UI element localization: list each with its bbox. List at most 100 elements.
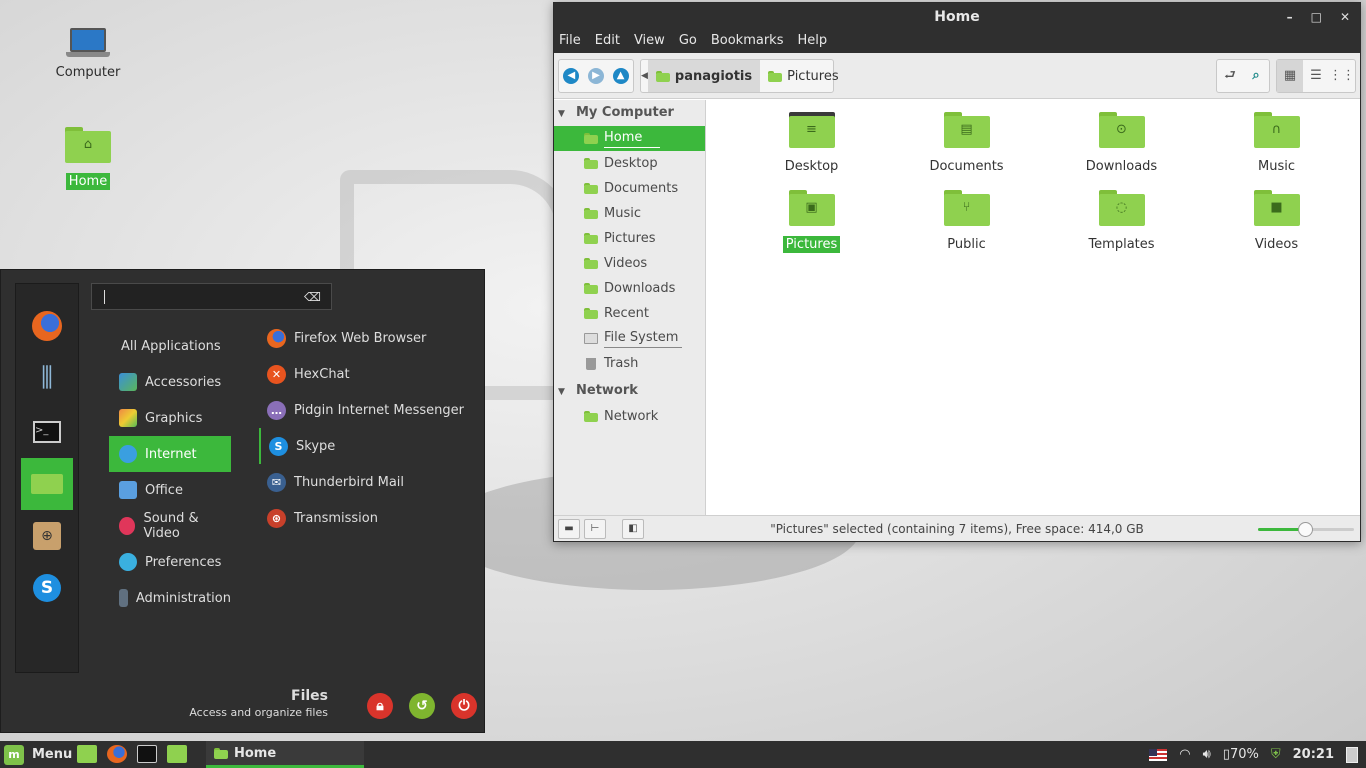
us-flag-keyboard-icon[interactable] xyxy=(1149,748,1168,761)
maximize-icon[interactable]: □ xyxy=(1311,3,1322,31)
search-icon[interactable]: ⌕ xyxy=(1243,60,1269,92)
back-arrow-icon[interactable]: ◀ xyxy=(563,68,580,84)
collapse-triangle-icon: ▼ xyxy=(558,109,565,119)
firefox-icon[interactable] xyxy=(107,745,127,763)
sidebar-item-trash[interactable]: Trash xyxy=(554,351,705,376)
app-firefox[interactable]: Firefox Web Browser xyxy=(259,320,479,356)
breadcrumb-item-panagiotis[interactable]: panagiotis xyxy=(647,60,761,92)
terminal-icon[interactable] xyxy=(137,745,157,763)
laptop-icon xyxy=(66,28,110,58)
menu-edit[interactable]: Edit xyxy=(595,31,620,53)
app-pidgin[interactable]: … Pidgin Internet Messenger xyxy=(259,392,479,428)
app-description-title: Files xyxy=(291,688,328,704)
desktop-icon-computer[interactable]: Computer xyxy=(43,28,133,81)
sidebar-item-videos[interactable]: Videos xyxy=(554,251,705,276)
lock-icon[interactable]: 🔒︎ xyxy=(367,693,393,719)
app-thunderbird[interactable]: ✉ Thunderbird Mail xyxy=(259,464,479,500)
location-toggle-icon[interactable]: ⮐ xyxy=(1217,60,1243,92)
workspace-icon[interactable] xyxy=(1346,746,1358,763)
menu-help[interactable]: Help xyxy=(797,31,827,53)
sidebar-section-my-computer[interactable]: ▼ My Computer xyxy=(554,100,705,126)
minimize-icon[interactable]: – xyxy=(1287,3,1293,31)
volume-icon[interactable]: 🔊︎ xyxy=(1203,747,1211,762)
favorite-firefox[interactable] xyxy=(21,300,73,352)
sidebar-hide-icon[interactable]: ◧ xyxy=(622,519,644,539)
text-caret xyxy=(104,290,105,304)
files-icon[interactable] xyxy=(167,745,187,763)
folder-item-templates[interactable]: ◌ Templates xyxy=(1044,190,1199,258)
tree-toggle-icon[interactable]: ⊢ xyxy=(584,519,606,539)
menu-button[interactable]: m Menu xyxy=(4,741,72,768)
desktop-icon-home[interactable]: ⌂ Home xyxy=(43,127,133,190)
folder-item-music[interactable]: ∩ Music xyxy=(1199,112,1354,180)
show-desktop-icon[interactable] xyxy=(77,745,97,763)
zoom-slider-handle[interactable] xyxy=(1298,522,1313,537)
favorite-software-manager[interactable]: ⊕ xyxy=(21,510,73,562)
category-administration[interactable]: Administration xyxy=(109,580,231,616)
close-icon[interactable]: ✕ xyxy=(1340,3,1350,31)
sidebar-item-music[interactable]: Music xyxy=(554,201,705,226)
folder-icon xyxy=(584,208,598,219)
category-internet[interactable]: Internet xyxy=(109,436,231,472)
compact-view-icon[interactable]: ⋮⋮ xyxy=(1329,60,1355,92)
sidebar-item-home[interactable]: Home xyxy=(554,126,705,151)
category-graphics[interactable]: Graphics xyxy=(109,400,231,436)
start-menu: ⫼ >_ ⊕ S ⌫ All Applications Accessories … xyxy=(0,269,485,733)
icon-view-icon[interactable]: ▦ xyxy=(1277,60,1303,92)
category-accessories[interactable]: Accessories xyxy=(109,364,231,400)
folder-item-public[interactable]: ⑂ Public xyxy=(889,190,1044,258)
menu-go[interactable]: Go xyxy=(679,31,697,53)
firefox-icon xyxy=(32,311,62,341)
favorite-settings[interactable]: ⫼ xyxy=(21,352,73,404)
folder-item-pictures[interactable]: ▣ Pictures xyxy=(734,190,889,258)
wifi-icon[interactable]: ◠ xyxy=(1179,747,1190,762)
category-sound-video[interactable]: Sound & Video xyxy=(109,508,231,544)
video-icon: ■ xyxy=(1253,190,1300,226)
sidebar-item-pictures[interactable]: Pictures xyxy=(554,226,705,251)
category-preferences[interactable]: Preferences xyxy=(109,544,231,580)
app-hexchat[interactable]: ✕ HexChat xyxy=(259,356,479,392)
favorite-files[interactable] xyxy=(21,458,73,510)
admin-sliders-icon xyxy=(119,589,128,607)
menu-bookmarks[interactable]: Bookmarks xyxy=(711,31,784,53)
clock[interactable]: 20:21 xyxy=(1293,747,1334,762)
folder-item-videos[interactable]: ■ Videos xyxy=(1199,190,1354,258)
zoom-slider[interactable] xyxy=(1258,522,1354,537)
sidebar-item-documents[interactable]: Documents xyxy=(554,176,705,201)
app-skype[interactable]: S Skype xyxy=(259,428,479,464)
sidebar-item-downloads[interactable]: Downloads xyxy=(554,276,705,301)
favorite-terminal[interactable]: >_ xyxy=(21,406,73,458)
navigation-buttons: ◀ ▶ ▲ xyxy=(558,59,634,93)
category-all-applications[interactable]: All Applications xyxy=(109,328,231,364)
folder-item-documents[interactable]: ▤ Documents xyxy=(889,112,1044,180)
favorite-skype[interactable]: S xyxy=(21,562,73,614)
sidebar-item-recent[interactable]: Recent xyxy=(554,301,705,326)
menu-file[interactable]: File xyxy=(559,31,581,53)
folder-item-downloads[interactable]: ⊙ Downloads xyxy=(1044,112,1199,180)
list-view-icon[interactable]: ☰ xyxy=(1303,60,1329,92)
window-titlebar[interactable]: Home – □ ✕ xyxy=(554,3,1360,31)
sidebar-item-file-system[interactable]: File System xyxy=(554,326,705,351)
up-arrow-icon[interactable]: ▲ xyxy=(612,68,629,84)
logout-icon[interactable]: ↺ xyxy=(409,693,435,719)
places-toggle-icon[interactable]: ▬ xyxy=(558,519,580,539)
category-office[interactable]: Office xyxy=(109,472,231,508)
breadcrumb-item-pictures[interactable]: Pictures xyxy=(760,60,846,92)
sidebar-item-network[interactable]: Network xyxy=(554,404,705,429)
shield-icon[interactable]: ⛨ xyxy=(1271,747,1281,762)
app-transmission[interactable]: ⊛ Transmission xyxy=(259,500,479,536)
menu-view[interactable]: View xyxy=(634,31,665,53)
breadcrumb-left-arrow-icon[interactable]: ◀ xyxy=(641,71,648,81)
statusbar: "Pictures" selected (containing 7 items)… xyxy=(554,515,1360,541)
sidebar-item-desktop[interactable]: Desktop xyxy=(554,151,705,176)
task-home[interactable]: Home xyxy=(206,741,364,768)
system-tray: ◠ 🔊︎ ▯70% ⛨ 20:21 xyxy=(1149,741,1358,768)
battery-status[interactable]: ▯70% xyxy=(1223,747,1259,762)
toolbar: ◀ ▶ ▲ ◀ panagiotis Pictures ⮐ ⌕ ▦ ☰ ⋮⋮ xyxy=(554,53,1360,99)
power-icon[interactable]: ⏻ xyxy=(451,693,477,719)
clear-search-icon[interactable]: ⌫ xyxy=(304,290,321,304)
folder-item-desktop[interactable]: ≡ Desktop xyxy=(734,112,889,180)
menu-search-input[interactable]: ⌫ xyxy=(91,283,332,310)
sidebar-section-network[interactable]: ▼ Network xyxy=(554,378,705,404)
forward-arrow-icon[interactable]: ▶ xyxy=(587,68,604,84)
